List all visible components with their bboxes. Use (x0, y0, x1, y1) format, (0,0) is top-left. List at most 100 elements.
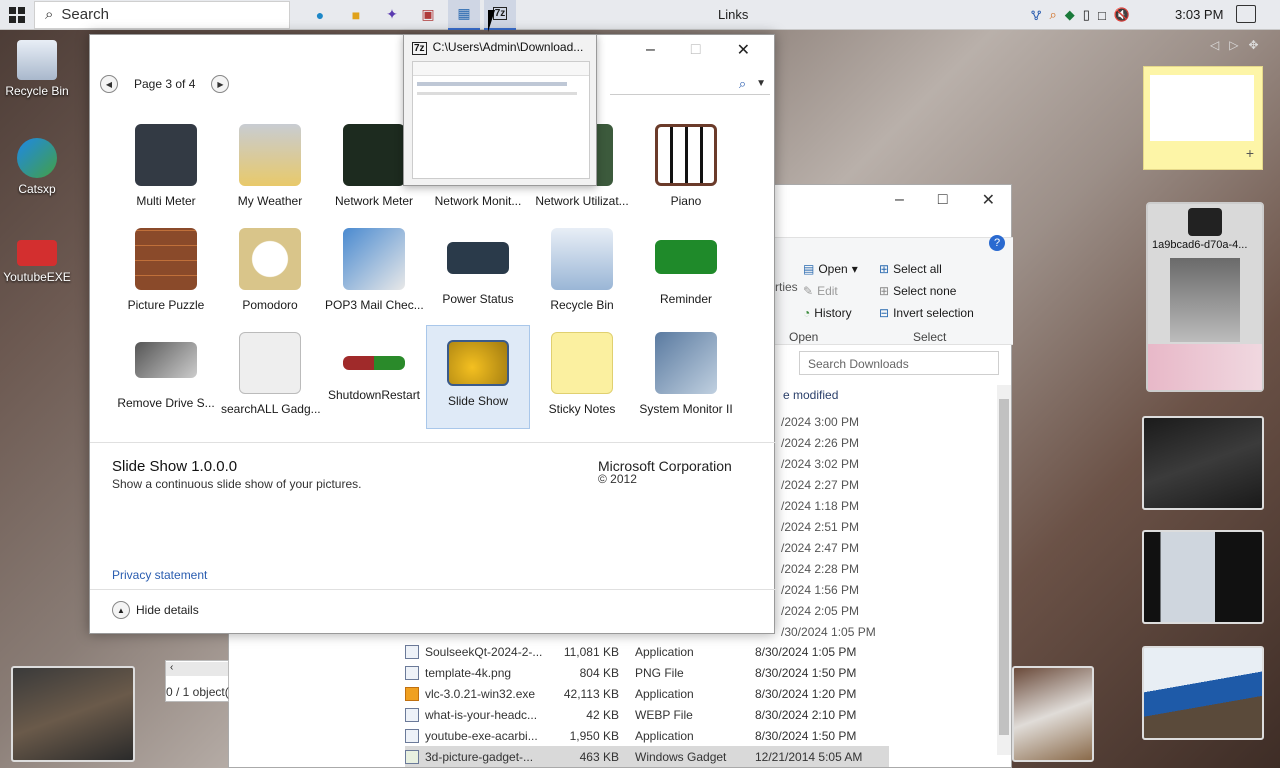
gadget-multi-meter[interactable]: Multi Meter (114, 117, 218, 221)
sidebar-controls[interactable]: ◁▷✥ (1210, 38, 1269, 52)
gadget-remove-drive-safely[interactable]: Remove Drive S... (114, 325, 218, 429)
search-icon[interactable]: ⌕ (739, 76, 746, 92)
photo-gadget[interactable] (1142, 646, 1264, 740)
hide-details-button[interactable]: ▲ Hide details (112, 601, 199, 619)
gadget-pop3-mail-checker[interactable]: POP3 Mail Chec... (322, 221, 426, 325)
edge-icon[interactable]: ● (304, 0, 336, 30)
details-copyright: © 2012 (598, 472, 637, 486)
open-button[interactable]: ▤ Open ▾ (803, 262, 858, 276)
usb-icon[interactable]: ▯ (1083, 7, 1090, 23)
table-row[interactable]: 3d-picture-gadget-... 463 KB Windows Gad… (405, 746, 889, 767)
gadget-slide-show[interactable]: Slide Show (426, 325, 530, 429)
clock[interactable]: 3:03 PM (1175, 7, 1223, 22)
horizontal-scrollbar[interactable]: ‹ (166, 662, 228, 676)
details-divider (90, 442, 776, 443)
gadget-recycle-bin[interactable]: Recycle Bin (530, 221, 634, 325)
scrollbar-thumb[interactable] (999, 399, 1009, 735)
select-none-button[interactable]: ⊞ Select none (879, 284, 956, 298)
sticky-note-text-area[interactable] (1150, 75, 1254, 141)
sticky-note-gadget[interactable]: + (1143, 66, 1263, 170)
gadget-shutdown-restart[interactable]: ShutdownRestart (322, 325, 426, 429)
table-row[interactable]: vlc-3.0.21-win32.exe 42,113 KB Applicati… (405, 683, 889, 704)
bluetooth-icon[interactable]: 🜉 (1031, 2, 1042, 28)
photo-caption: 1a9bcad6-d70a-4... (1152, 239, 1248, 251)
cpu-chip-icon (655, 332, 717, 394)
photo-gadget[interactable] (1142, 530, 1264, 624)
network-icon[interactable]: □ (1098, 8, 1106, 23)
edit-button[interactable]: ✎ Edit (803, 284, 838, 298)
cat-photo (1170, 258, 1240, 342)
minimize-icon[interactable]: – (895, 191, 904, 209)
select-all-button[interactable]: ⊞ Select all (879, 262, 942, 276)
gadget-picture-puzzle[interactable]: Picture Puzzle (114, 221, 218, 325)
multi-meter-icon (135, 124, 197, 186)
gadget-power-status[interactable]: Power Status (426, 221, 530, 325)
gadget-searchall[interactable]: searchALL Gadg... (218, 325, 322, 429)
cat-photo (1188, 208, 1222, 236)
gadget-pomodoro[interactable]: Pomodoro (218, 221, 322, 325)
control-panel-icon[interactable]: ▦ (448, 0, 480, 30)
file-explorer-icon[interactable]: ■ (340, 0, 372, 30)
file-date: /2024 3:00 PM (781, 415, 860, 429)
select-all-icon: ⊞ (879, 262, 890, 276)
application-file-icon (405, 644, 419, 659)
sticky-note-icon (551, 332, 613, 394)
picture-gadget[interactable]: 1a9bcad6-d70a-4... (1146, 202, 1264, 392)
properties-label-fragment[interactable]: rties (775, 280, 798, 294)
recycle-bin-icon (551, 228, 613, 290)
taskbar-thumbnail-popup[interactable]: 7z C:\Users\Admin\Download... (403, 34, 597, 186)
photo-gadget[interactable] (1142, 416, 1264, 510)
desktop-icon-label: Catsxp (18, 182, 56, 196)
start-button[interactable] (0, 0, 34, 30)
help-icon[interactable]: ? (989, 235, 1005, 251)
close-icon[interactable]: ✕ (737, 40, 750, 60)
gadget-my-weather[interactable]: My Weather (218, 117, 322, 221)
photo-gadget[interactable] (11, 666, 135, 762)
popup-title: 7z C:\Users\Admin\Download... (412, 40, 584, 55)
privacy-statement-link[interactable]: Privacy statement (112, 568, 207, 582)
taskbar: ⌕ Search ● ■ ✦ ▣ ▦ 7z Links 🜉 ⌕ ◆ ▯ □ 🔇 … (0, 0, 1280, 30)
links-toolbar[interactable]: Links (718, 7, 748, 22)
previous-page-button[interactable]: ◀ (100, 75, 118, 93)
file-date: /2024 1:18 PM (781, 499, 860, 513)
chevron-down-icon: ▾ (851, 262, 858, 276)
chevron-down-icon[interactable]: ▼ (756, 78, 766, 89)
taskbar-search[interactable]: ⌕ Search (34, 0, 290, 29)
mail-icon (343, 228, 405, 290)
photo-app-icon[interactable]: ▣ (412, 0, 444, 30)
invert-selection-button[interactable]: ⊟ Invert selection (879, 306, 974, 320)
column-header-date-modified[interactable]: e modified (783, 388, 838, 402)
chevron-left-icon[interactable]: ‹ (170, 662, 173, 673)
volume-muted-icon[interactable]: 🔇 (1114, 7, 1130, 23)
gadget-app-icon[interactable]: ✦ (376, 0, 408, 30)
search-downloads-input[interactable]: Search Downloads (799, 351, 999, 375)
table-row[interactable]: youtube-exe-acarbi... 1,950 KB Applicati… (405, 725, 889, 746)
security-icon[interactable]: ◆ (1065, 7, 1075, 23)
next-page-button[interactable]: ▶ (211, 75, 230, 93)
history-button[interactable]: ◔ History (803, 306, 852, 320)
gadget-sticky-notes[interactable]: Sticky Notes (530, 325, 634, 429)
table-row[interactable]: SoulseekQt-2024-2-... 11,081 KB Applicat… (405, 641, 889, 662)
close-icon[interactable]: ✕ (982, 190, 995, 210)
maximize-icon[interactable]: □ (938, 191, 948, 209)
desktop-icon-recycle-bin[interactable]: Recycle Bin (0, 40, 74, 98)
details-title: Slide Show 1.0.0.0 (112, 458, 238, 475)
table-row[interactable]: template-4k.png 804 KB PNG File 8/30/202… (405, 662, 889, 683)
desktop-icon-catsxp[interactable]: Catsxp (0, 138, 74, 196)
add-note-icon[interactable]: + (1246, 145, 1254, 161)
details-description: Show a continuous slide show of your pic… (112, 477, 362, 491)
gallery-search[interactable]: ⌕ ▼ (610, 73, 770, 95)
desktop-icon-youtubeexe[interactable]: YoutubeEXE (0, 240, 74, 284)
table-row[interactable]: what-is-your-headc... 42 KB WEBP File 8/… (405, 704, 889, 725)
gadget-system-monitor-ii[interactable]: System Monitor II (634, 325, 738, 429)
system-tray: 🜉 ⌕ ◆ ▯ □ 🔇 (1031, 0, 1130, 30)
photo-gadget[interactable] (1012, 666, 1094, 762)
maximize-icon[interactable]: □ (691, 41, 701, 59)
vertical-scrollbar[interactable] (997, 385, 1011, 755)
minimize-icon[interactable]: – (646, 41, 655, 59)
gadget-reminder[interactable]: Reminder (634, 221, 738, 325)
page-label: Page 3 of 4 (134, 77, 196, 91)
search-tool-icon[interactable]: ⌕ (1050, 7, 1057, 23)
gadget-piano[interactable]: Piano (634, 117, 738, 221)
notification-icon[interactable] (1236, 5, 1256, 23)
